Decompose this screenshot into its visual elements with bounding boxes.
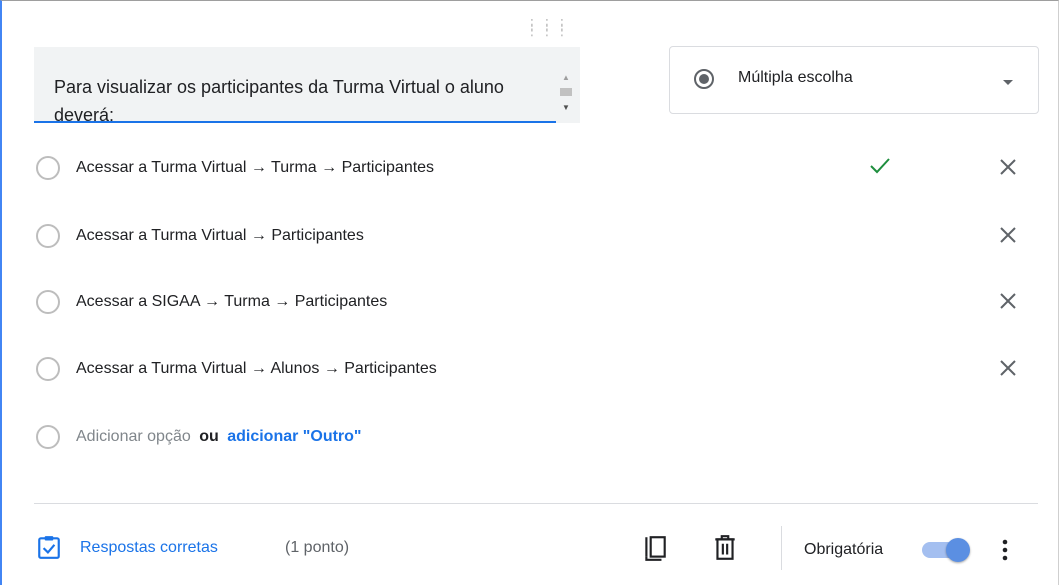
add-other-link[interactable]: adicionar "Outro": [227, 428, 361, 445]
close-icon[interactable]: [996, 223, 1020, 247]
question-type-dropdown[interactable]: Múltipla escolha: [669, 46, 1039, 114]
option-radio[interactable]: [36, 156, 60, 180]
scroll-up-arrow-icon[interactable]: ▲: [562, 73, 570, 82]
close-icon[interactable]: [996, 356, 1020, 380]
add-option-row: Adicionar opção ou adicionar "Outro": [36, 422, 1036, 452]
option-radio[interactable]: [36, 290, 60, 314]
add-option-or: ou: [199, 428, 219, 445]
radio-button-icon: [694, 69, 714, 89]
required-toggle[interactable]: [920, 537, 974, 563]
toggle-knob[interactable]: [946, 538, 970, 562]
option-label[interactable]: Acessar a Turma Virtual → Alunos → Parti…: [76, 360, 437, 378]
more-options-icon[interactable]: [998, 537, 1012, 563]
answer-key-icon: [38, 536, 60, 559]
points-label: (1 ponto): [285, 539, 350, 556]
correct-check-icon: [870, 158, 890, 174]
drag-handle-icon[interactable]: ⋮⋮⋮ ⋮⋮⋮: [525, 17, 570, 37]
add-option-button[interactable]: Adicionar opção: [76, 428, 191, 445]
question-title-text[interactable]: Para visualizar os participantes da Turm…: [54, 73, 554, 123]
answer-key-button[interactable]: Respostas corretas: [36, 534, 276, 560]
close-icon[interactable]: [996, 155, 1020, 179]
option-radio: [36, 425, 60, 449]
trash-icon[interactable]: [712, 534, 738, 562]
duplicate-icon[interactable]: [642, 534, 668, 562]
required-label: Obrigatória: [804, 541, 884, 558]
option-label[interactable]: Acessar a Turma Virtual → Turma → Partic…: [76, 159, 434, 177]
chevron-down-icon: [1003, 80, 1013, 85]
question-scrollbar[interactable]: ▲ ▼: [558, 73, 576, 117]
question-title-field[interactable]: Para visualizar os participantes da Turm…: [34, 47, 580, 123]
question-type-label: Múltipla escolha: [738, 69, 853, 86]
scroll-down-arrow-icon[interactable]: ▼: [562, 103, 570, 112]
option-row: Acessar a Turma Virtual → Turma → Partic…: [36, 153, 1036, 183]
option-label[interactable]: Acessar a SIGAA → Turma → Participantes: [76, 293, 387, 311]
option-radio[interactable]: [36, 224, 60, 248]
option-label[interactable]: Acessar a Turma Virtual → Participantes: [76, 227, 364, 245]
option-row: Acessar a Turma Virtual → Alunos → Parti…: [36, 354, 1036, 384]
option-row: Acessar a SIGAA → Turma → Participantes: [36, 287, 1036, 317]
footer-separator: [781, 526, 782, 570]
add-option-text: Adicionar opção ou adicionar "Outro": [76, 428, 362, 446]
option-row: Acessar a Turma Virtual → Participantes: [36, 221, 1036, 251]
question-field-underline: [34, 121, 556, 123]
close-icon[interactable]: [996, 289, 1020, 313]
option-radio[interactable]: [36, 357, 60, 381]
scroll-thumb[interactable]: [560, 88, 572, 96]
answer-key-label[interactable]: Respostas corretas: [80, 539, 218, 557]
question-card: ⋮⋮⋮ ⋮⋮⋮ Para visualizar os participantes …: [0, 0, 1059, 585]
footer-divider: [34, 503, 1038, 504]
